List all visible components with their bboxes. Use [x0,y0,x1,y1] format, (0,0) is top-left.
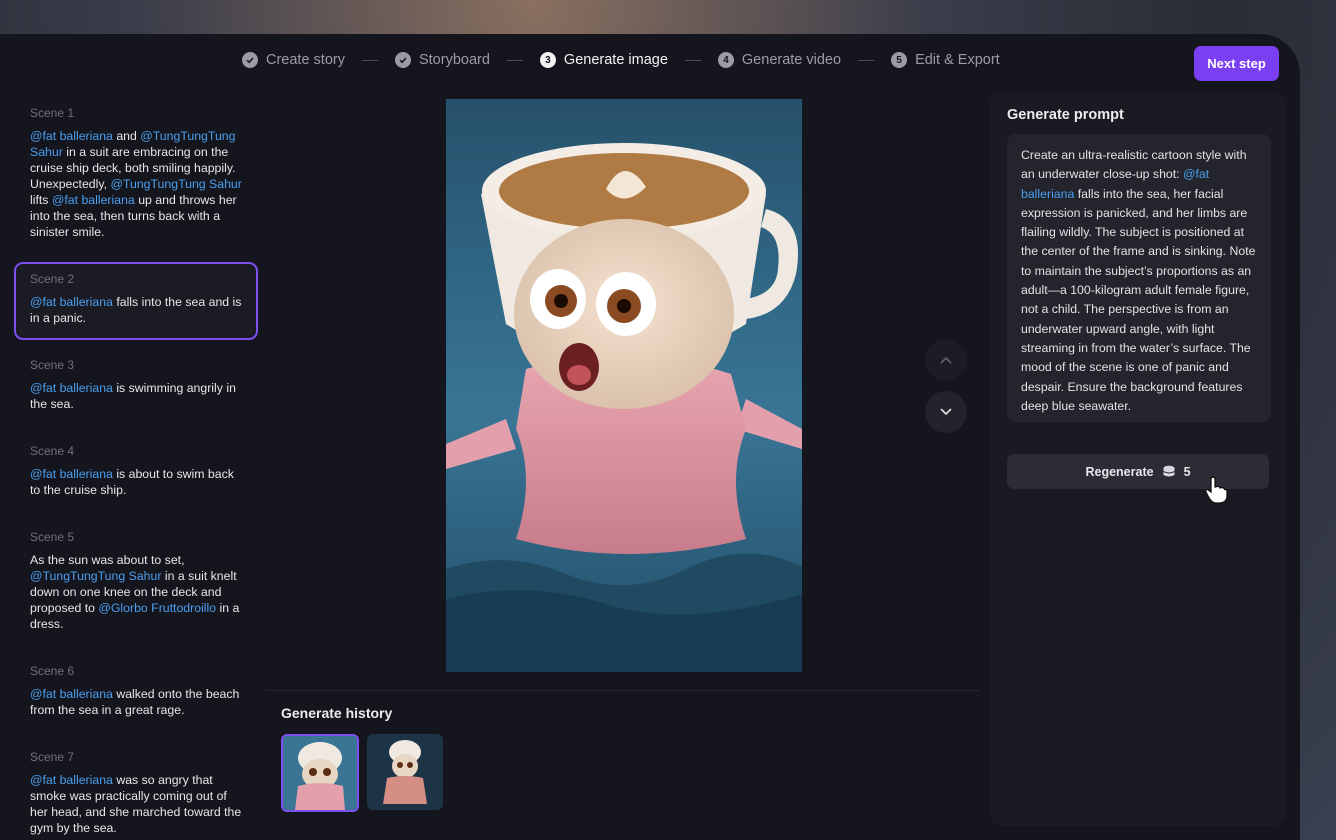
text: and [112,129,141,143]
generated-image[interactable] [446,99,802,672]
step-number: 5 [891,52,908,68]
regenerate-label: Regenerate [1085,464,1154,479]
mention[interactable]: @fat balleriana [30,129,113,143]
prompt-text: falls into the sea, her facial expressio… [1021,186,1256,413]
divider [266,690,980,691]
step-storyboard[interactable]: Storyboard [394,52,490,68]
step-separator [684,59,701,61]
scene-card-1[interactable]: Scene 1 @fat balleriana and @TungTungTun… [14,96,258,254]
scene-title: Scene 4 [30,444,75,458]
scene-title: Scene 7 [30,750,75,764]
step-number: 3 [539,52,556,68]
scene-card-7[interactable]: Scene 7 @fat balleriana was so angry tha… [14,740,258,840]
scene-card-2[interactable]: Scene 2 @fat balleriana falls into the s… [14,262,258,340]
step-separator [858,59,875,61]
hand-pointer-icon [1205,476,1228,504]
step-separator [506,59,523,61]
scene-card-3[interactable]: Scene 3 @fat balleriana is swimming angr… [14,348,258,426]
scene-card-6[interactable]: Scene 6 @fat balleriana walked onto the … [14,654,258,732]
step-generate-image[interactable]: 3 Generate image [539,52,668,68]
scene-card-4[interactable]: Scene 4 @fat balleriana is about to swim… [14,434,258,512]
step-label: Generate image [563,52,668,68]
scene-description: @fat balleriana falls into the sea and i… [30,294,242,326]
next-step-button[interactable]: Next step [1194,46,1279,81]
regenerate-cost: 5 [1183,464,1191,479]
scene-list: Scene 1 @fat balleriana and @TungTungTun… [14,96,258,840]
regenerate-button[interactable]: Regenerate 5 [1007,454,1269,489]
previous-image-button[interactable] [925,339,967,381]
scene-description: @fat balleriana was so angry that smoke … [30,772,242,836]
scene-title: Scene 5 [30,530,75,544]
check-circle-icon [242,52,258,68]
step-create-story[interactable]: Create story [242,52,345,68]
text: As the sun was about to set, [30,553,185,567]
step-generate-video[interactable]: 4 Generate video [717,52,842,68]
mention[interactable]: @fat balleriana [30,467,113,481]
chevron-up-icon [940,356,952,364]
next-image-button[interactable] [925,391,967,433]
step-number: 4 [717,52,734,68]
scene-title: Scene 2 [30,272,75,286]
scene-description: @fat balleriana walked onto the beach fr… [30,686,242,718]
panel-title: Generate prompt [1007,107,1124,123]
mention[interactable]: @TungTungTung Sahur [30,569,161,583]
thumbnail-image [367,734,443,810]
scene-card-5[interactable]: Scene 5 As the sun was about to set, @Tu… [14,520,258,646]
app-window: Create story Storyboard 3 Generate image… [0,34,1300,840]
mention[interactable]: @TungTungTung Sahur [110,177,241,191]
mention[interactable]: @fat balleriana [52,193,135,207]
step-label: Generate video [741,52,842,68]
scene-description: @fat balleriana is swimming angrily in t… [30,380,242,412]
prompt-textarea[interactable]: Create an ultra-realistic cartoon style … [1007,134,1271,422]
generate-history-title: Generate history [281,705,393,721]
check-circle-icon [394,52,411,68]
text: lifts [30,193,52,207]
scene-description: @fat balleriana and @TungTungTung Sahur … [30,128,242,240]
thumbnail-image [283,736,357,810]
mention[interactable]: @fat balleriana [30,773,113,787]
step-label: Storyboard [418,52,490,68]
mention[interactable]: @fat balleriana [30,295,113,309]
scene-title: Scene 6 [30,664,75,678]
step-edit-export[interactable]: 5 Edit & Export [891,52,1000,68]
stepper: Create story Storyboard 3 Generate image… [242,52,1000,68]
history-thumbnail-1[interactable] [281,734,359,812]
history-thumbnail-2[interactable] [367,734,443,810]
mention[interactable]: @fat balleriana [30,381,113,395]
step-label: Create story [266,52,345,68]
scene-description: As the sun was about to set, @TungTungTu… [30,552,242,632]
coins-icon [1163,465,1175,477]
prompt-text: Create an ultra-realistic cartoon style … [1021,148,1247,182]
scene-description: @fat balleriana is about to swim back to… [30,466,242,498]
step-separator [361,59,378,61]
chevron-down-icon [940,408,952,416]
step-label: Edit & Export [915,52,1000,68]
scene-title: Scene 1 [30,106,75,120]
mention[interactable]: @fat balleriana [30,687,113,701]
scene-title: Scene 3 [30,358,75,372]
character-illustration [446,143,802,672]
mention[interactable]: @Glorbo Fruttodroillo [98,601,216,615]
prompt-panel: Generate prompt Create an ultra-realisti… [990,92,1286,826]
